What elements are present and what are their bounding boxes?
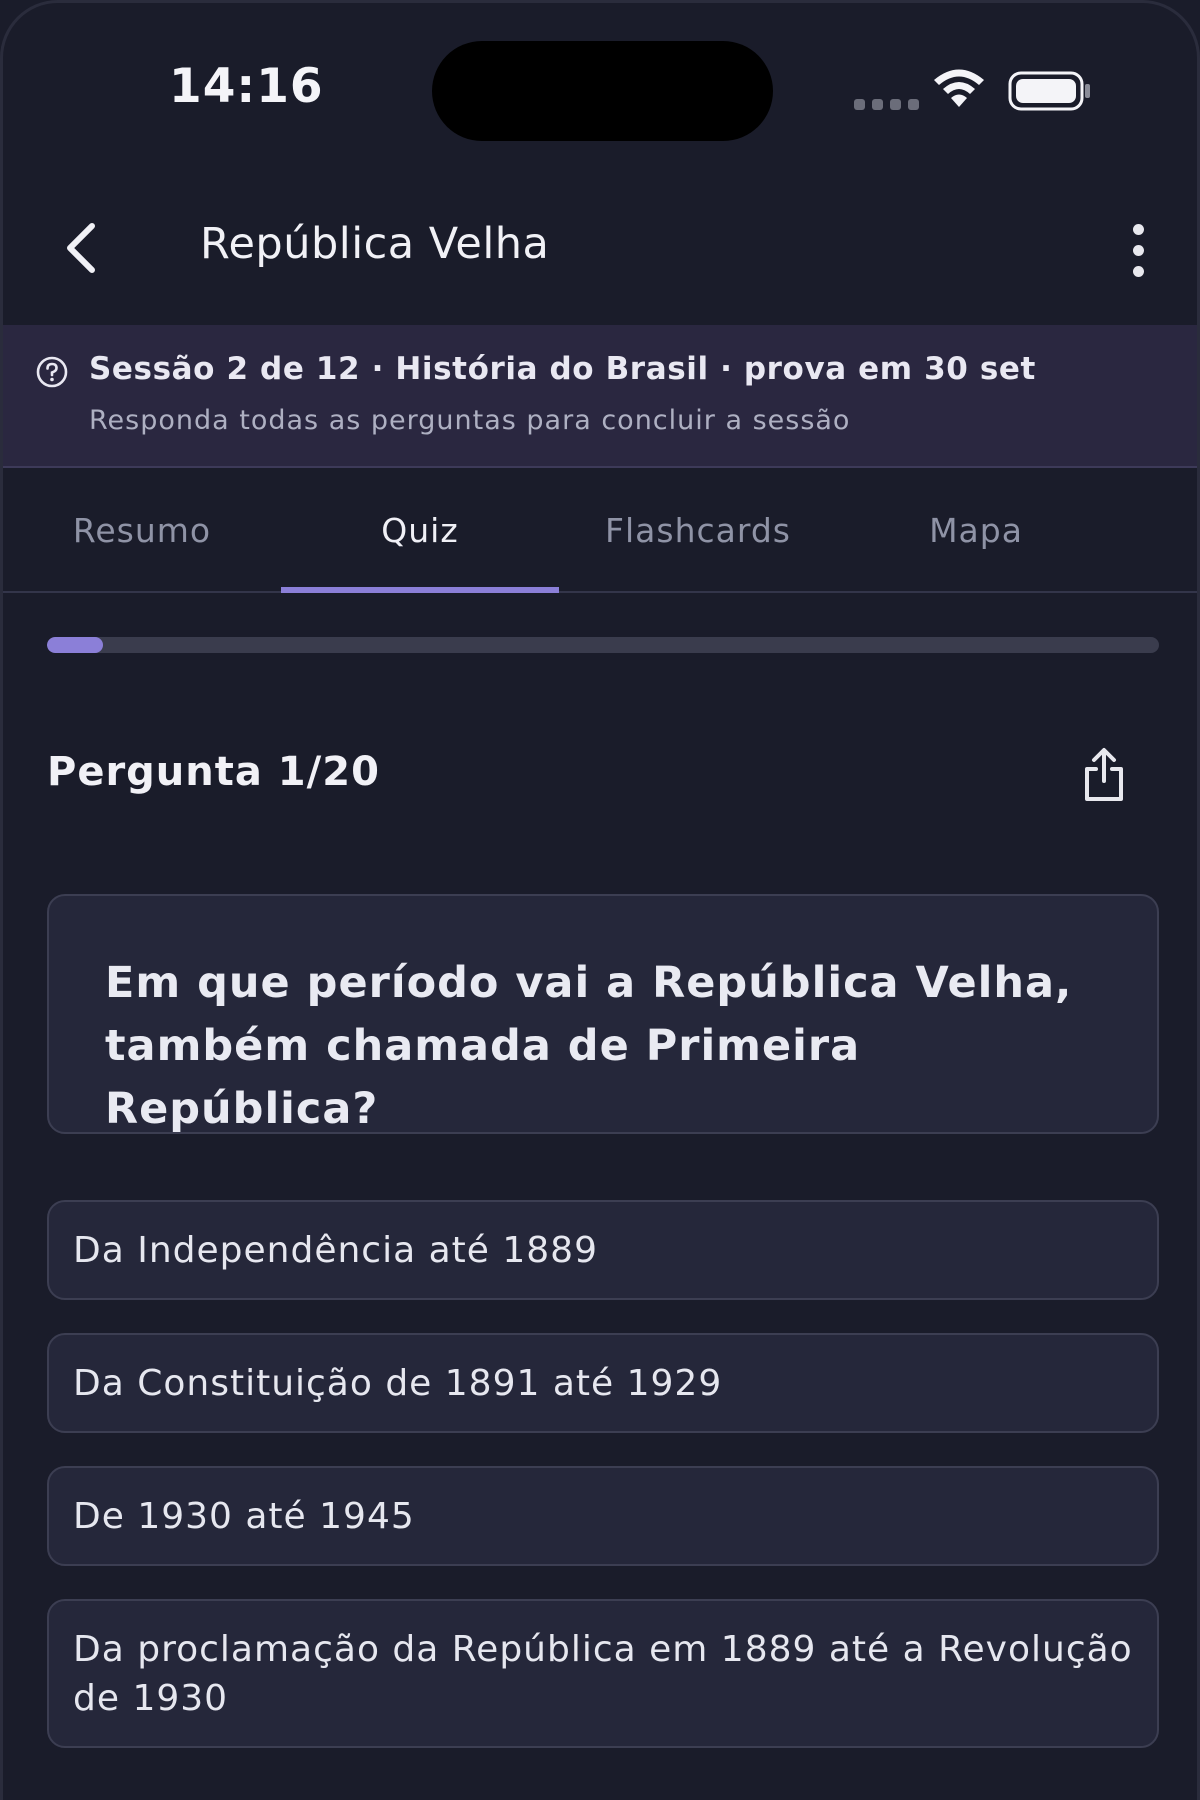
question-counter: Pergunta 1/20	[47, 749, 380, 795]
tab-flashcards[interactable]: Flashcards	[559, 470, 837, 591]
help-circle-icon	[36, 356, 68, 388]
app-screen: 14:16 República Velha Sessão 2 de 12 · H…	[0, 0, 1200, 1800]
answer-option-1[interactable]: Da Independência até 1889	[47, 1200, 1159, 1300]
status-bar: 14:16	[3, 3, 1197, 163]
tab-quiz[interactable]: Quiz	[281, 470, 559, 593]
wifi-icon	[934, 69, 984, 107]
back-button[interactable]	[47, 213, 117, 283]
top-app-bar: República Velha	[3, 183, 1197, 323]
back-arrow-icon	[67, 223, 95, 273]
answer-option-3[interactable]: De 1930 até 1945	[47, 1466, 1159, 1566]
more-vertical-icon	[1132, 223, 1144, 235]
quiz-progress-fill	[47, 637, 103, 653]
tab-resumo[interactable]: Resumo	[3, 470, 281, 591]
session-title: Sessão 2 de 12 · História do Brasil · pr…	[89, 351, 1036, 387]
dynamic-island	[432, 41, 773, 141]
question-text: Em que período vai a República Velha, ta…	[105, 958, 1073, 1134]
answer-option-label: De 1930 até 1945	[73, 1495, 415, 1537]
answer-option-label: Da Constituição de 1891 até 1929	[73, 1362, 723, 1404]
more-options-button[interactable]	[1113, 215, 1163, 285]
session-banner: Sessão 2 de 12 · História do Brasil · pr…	[3, 325, 1197, 468]
page-title: República Velha	[200, 219, 550, 269]
quiz-progress-bar	[47, 637, 1159, 653]
tab-bar: Resumo Quiz Flashcards Mapa	[3, 470, 1197, 593]
session-subtitle: Responda todas as perguntas para conclui…	[89, 405, 851, 436]
question-card: Em que período vai a República Velha, ta…	[47, 894, 1159, 1134]
battery-icon	[1008, 71, 1090, 111]
share-icon[interactable]	[1077, 745, 1131, 805]
answer-option-2[interactable]: Da Constituição de 1891 até 1929	[47, 1333, 1159, 1433]
signal-icon	[854, 99, 919, 110]
answer-option-label: Da proclamação da República em 1889 até …	[73, 1628, 1133, 1719]
answer-option-label: Da Independência até 1889	[73, 1229, 598, 1271]
tab-mapa[interactable]: Mapa	[837, 470, 1115, 591]
status-time: 14:16	[169, 59, 324, 114]
answer-option-4[interactable]: Da proclamação da República em 1889 até …	[47, 1599, 1159, 1748]
